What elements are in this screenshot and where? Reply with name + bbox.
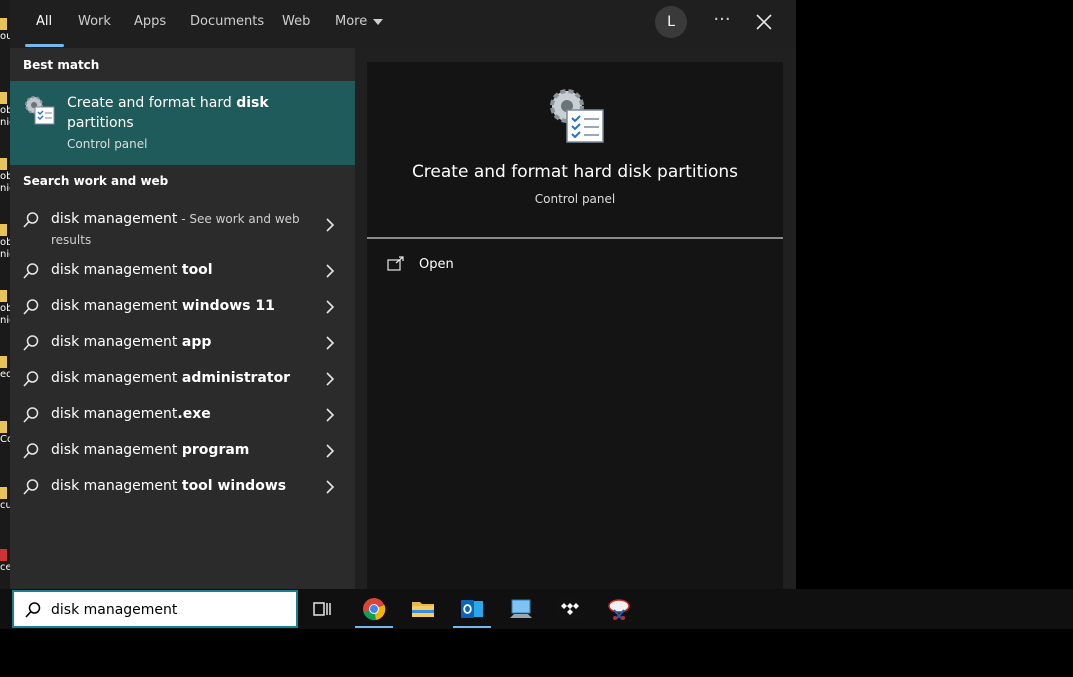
close-button[interactable] (752, 10, 776, 34)
best-match-item[interactable]: Create and format hard disk partitions Co… (10, 81, 355, 165)
tab-all[interactable]: All (36, 0, 52, 48)
task-view-button[interactable] (301, 589, 345, 629)
snipping-tool-button[interactable] (597, 589, 641, 629)
suggestion-item[interactable]: disk management app (10, 325, 355, 361)
remote-desktop-button[interactable] (499, 589, 543, 629)
tab-apps[interactable]: Apps (134, 0, 166, 48)
search-icon (23, 335, 39, 351)
task-view-icon (313, 602, 331, 616)
account-avatar[interactable]: L (655, 6, 687, 38)
suggestion-text: disk management.exe (51, 406, 211, 422)
open-icon (387, 256, 404, 271)
folder-icon (0, 158, 7, 170)
chevron-right-icon[interactable] (324, 336, 336, 350)
folder-icon (0, 356, 7, 368)
suggestion-item[interactable]: disk management program (10, 433, 355, 469)
suggestion-hint-line2: results (51, 233, 92, 247)
results-list: Best match Create and format hard disk pa… (10, 48, 355, 590)
running-indicator (355, 626, 393, 628)
folder-icon (412, 602, 434, 617)
suggestion-text: disk management administrator (51, 370, 291, 386)
suggestion-text: disk management tool windows (51, 478, 287, 494)
computer-icon (510, 599, 532, 618)
suggestion-item[interactable]: disk management windows 11 (10, 289, 355, 325)
search-icon (23, 299, 39, 315)
best-match-heading: Best match (23, 58, 100, 72)
running-indicator (453, 626, 491, 628)
web-section-heading: Search work and web (23, 174, 169, 188)
chevron-right-icon[interactable] (324, 408, 336, 422)
taskbar-search-box[interactable] (12, 590, 298, 628)
more-options-button[interactable]: ··· (710, 8, 734, 36)
search-icon (23, 479, 39, 495)
suggestion-text: disk management windows 11 (51, 298, 275, 314)
chrome-button[interactable] (352, 589, 396, 629)
suggestion-item[interactable]: disk management tool windows (10, 469, 355, 505)
tab-more-label: More (335, 14, 368, 29)
chevron-right-icon[interactable] (324, 300, 336, 314)
tab-web[interactable]: Web (282, 0, 310, 48)
suggestion-item[interactable]: disk management.exe (10, 397, 355, 433)
suggestion-item[interactable]: disk management tool (10, 253, 355, 289)
chrome-icon (363, 598, 386, 621)
active-tab-indicator (25, 44, 64, 47)
search-icon (23, 443, 39, 459)
best-match-subtitle: Control panel (67, 137, 148, 151)
preview-divider (367, 237, 783, 239)
tab-more[interactable]: More (335, 0, 384, 48)
search-input[interactable] (51, 600, 291, 620)
chevron-right-icon[interactable] (324, 218, 336, 232)
chevron-right-icon[interactable] (324, 480, 336, 494)
preview-title: Create and format hard disk partitions (411, 162, 739, 182)
suggestion-text: disk management tool (51, 262, 213, 278)
desktop: ou obnic obnic obnic obnic ed Co cul ce2… (0, 0, 1073, 677)
search-icon (23, 212, 39, 228)
preview-pane: Create and format hard disk partitions C… (367, 62, 783, 590)
best-match-title: Create and format hard disk partitions (67, 95, 269, 131)
chevron-right-icon[interactable] (324, 264, 336, 278)
snipping-tool-icon (608, 599, 630, 620)
search-panel: All Work Apps Documents Web More L ··· B… (10, 0, 796, 590)
document-icon (0, 549, 7, 561)
folder-icon (0, 224, 7, 236)
chevron-right-icon[interactable] (324, 372, 336, 386)
suggestion-item[interactable]: disk management - See work and web resul… (10, 202, 355, 252)
tab-work[interactable]: Work (78, 0, 111, 48)
disk-management-icon (545, 84, 607, 146)
taskbar (0, 589, 1073, 629)
file-explorer-button[interactable] (401, 589, 445, 629)
tidal-icon (558, 597, 582, 621)
suggestion-text: disk management program (51, 442, 250, 458)
outlook-icon (461, 600, 483, 618)
folder-icon (0, 290, 7, 302)
tidal-button[interactable] (548, 589, 592, 629)
tab-documents[interactable]: Documents (190, 0, 264, 48)
preview-subtitle: Control panel (534, 192, 616, 206)
suggestion-text: disk management - See work and web (51, 211, 300, 227)
search-icon (23, 263, 39, 279)
search-icon (23, 371, 39, 387)
open-label: Open (419, 257, 454, 272)
suggestion-item[interactable]: disk management administrator (10, 361, 355, 397)
search-icon (25, 602, 41, 618)
disk-management-icon (22, 93, 56, 127)
search-tabbar: All Work Apps Documents Web More L ··· (10, 0, 796, 48)
caret-down-icon (373, 18, 384, 25)
suggestion-text: disk management app (51, 334, 212, 350)
chevron-right-icon[interactable] (324, 444, 336, 458)
close-icon (756, 14, 772, 30)
folder-icon (0, 92, 7, 104)
folder-icon (0, 18, 7, 30)
folder-icon (0, 487, 7, 499)
search-icon (23, 407, 39, 423)
outlook-button[interactable] (450, 589, 494, 629)
folder-icon (0, 421, 7, 433)
